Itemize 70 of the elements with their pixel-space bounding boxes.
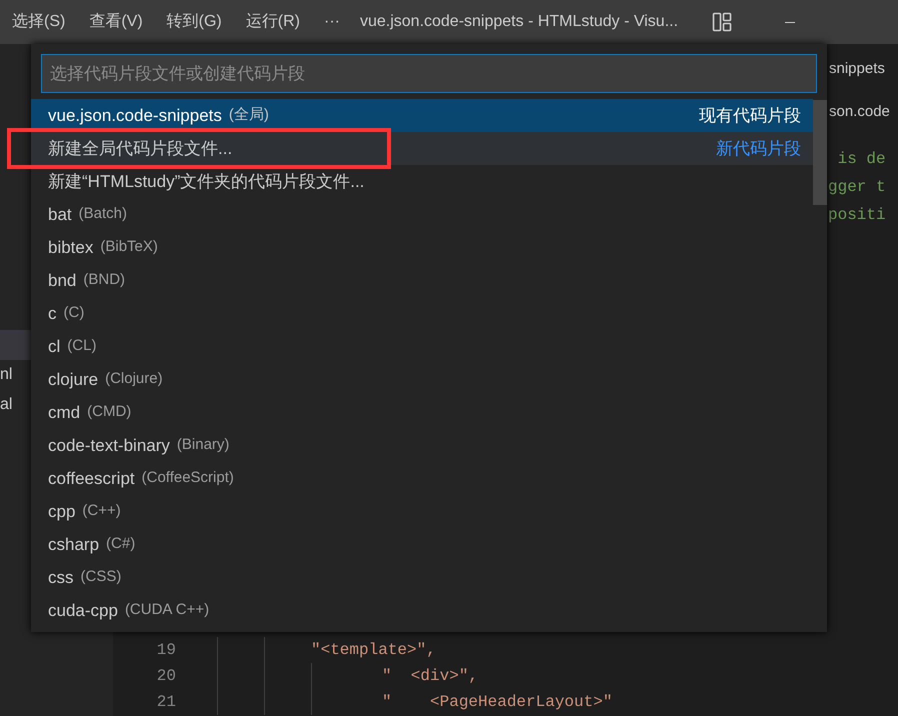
item-label: csharp xyxy=(48,534,100,556)
item-description: (CL) xyxy=(67,336,96,356)
list-item[interactable]: cl (CL) xyxy=(31,330,813,363)
item-description: (Binary) xyxy=(176,435,230,456)
code-line: " <PageHeaderLayout>" xyxy=(382,692,612,713)
item-description: (Batch) xyxy=(78,204,127,224)
layout-icon[interactable] xyxy=(712,12,732,32)
sidebar-item[interactable]: nl xyxy=(0,360,31,390)
list-item[interactable]: css (CSS) xyxy=(31,561,813,594)
list-item[interactable]: bibtex (BibTeX) xyxy=(31,231,813,264)
list-item[interactable]: clojure (Clojure) xyxy=(31,363,813,396)
item-label: coffeescript xyxy=(48,468,135,490)
line-number: 19 xyxy=(156,640,176,661)
line-number: 21 xyxy=(156,692,176,713)
list-item[interactable]: vue.json.code-snippets (全局) 现有代码片段 xyxy=(31,99,813,132)
item-label: bibtex xyxy=(48,236,94,259)
window-title: vue.json.code-snippets - HTMLstudy - Visu... xyxy=(360,12,678,32)
item-label: cuda-cpp xyxy=(48,600,118,622)
list-item[interactable]: csharp (C#) xyxy=(31,528,813,561)
item-description: (CoffeeScript) xyxy=(142,468,234,488)
item-label: bnd xyxy=(48,270,76,292)
item-tag: 现有代码片段 xyxy=(699,102,801,128)
item-description: (Clojure) xyxy=(105,369,163,390)
list-item[interactable]: bnd (BND) xyxy=(31,264,813,297)
menu-item[interactable]: 运行(R) xyxy=(242,8,304,36)
code-comment: is de xyxy=(836,150,886,168)
menu-item[interactable]: 查看(V) xyxy=(85,8,147,36)
item-label: cpp xyxy=(48,500,76,523)
line-number: 20 xyxy=(156,666,176,687)
item-description: (BibTeX) xyxy=(100,237,158,258)
list-item[interactable]: 新建“HTMLstudy”文件夹的代码片段文件... xyxy=(31,165,813,198)
item-label: cmd xyxy=(48,402,80,424)
list-item[interactable]: cuda-cpp (CUDA C++) xyxy=(31,594,813,627)
item-description: (CMD) xyxy=(87,402,132,422)
list-item[interactable]: cpp (C++) xyxy=(31,495,813,528)
item-description: (CUDA C++) xyxy=(124,600,210,620)
item-description: (C++) xyxy=(82,501,121,522)
item-label: c xyxy=(48,302,56,325)
menu-item[interactable]: 转到(G) xyxy=(162,8,226,36)
item-label: 新建全局代码片段文件... xyxy=(48,138,232,160)
list-item[interactable]: coffeescript (CoffeeScript) xyxy=(31,462,813,495)
list-item[interactable]: bat (Batch) xyxy=(31,198,813,231)
sidebar-item[interactable]: al xyxy=(0,390,31,420)
item-label: cl xyxy=(48,336,60,358)
item-description: (CSS) xyxy=(80,567,122,588)
list-item[interactable]: 新建全局代码片段文件... 新代码片段 xyxy=(31,132,813,165)
code-line: " <div>", xyxy=(382,666,478,687)
item-description: (C) xyxy=(64,303,84,324)
code-line: "<template>", xyxy=(311,640,436,661)
list-item[interactable]: code-text-binary (Binary) xyxy=(31,429,813,462)
item-label: bat xyxy=(48,204,72,226)
code-comment: positi xyxy=(828,206,886,224)
search-field[interactable]: 选择代码片段文件或创建代码片段 xyxy=(41,54,817,93)
more-menu-button[interactable]: ··· xyxy=(320,8,344,36)
editor-tab[interactable]: snippets xyxy=(829,60,885,77)
item-label: clojure xyxy=(48,368,98,391)
item-description: (C#) xyxy=(106,534,136,554)
item-label: code-text-binary xyxy=(48,434,170,457)
item-label: css xyxy=(48,566,74,589)
item-label: 新建“HTMLstudy”文件夹的代码片段文件... xyxy=(48,170,364,193)
item-description: (全局) xyxy=(228,105,269,126)
code-comment: gger t xyxy=(828,178,886,196)
item-description: (BND) xyxy=(83,270,126,290)
scrollbar[interactable] xyxy=(813,100,827,205)
menu-item[interactable]: 选择(S) xyxy=(8,8,70,36)
list-item[interactable]: c (C) xyxy=(31,297,813,330)
breadcrumb[interactable]: son.code xyxy=(829,102,890,120)
list-item[interactable]: cmd (CMD) xyxy=(31,396,813,429)
item-tag: 新代码片段 xyxy=(716,136,801,162)
item-label: vue.json.code-snippets xyxy=(48,104,222,127)
